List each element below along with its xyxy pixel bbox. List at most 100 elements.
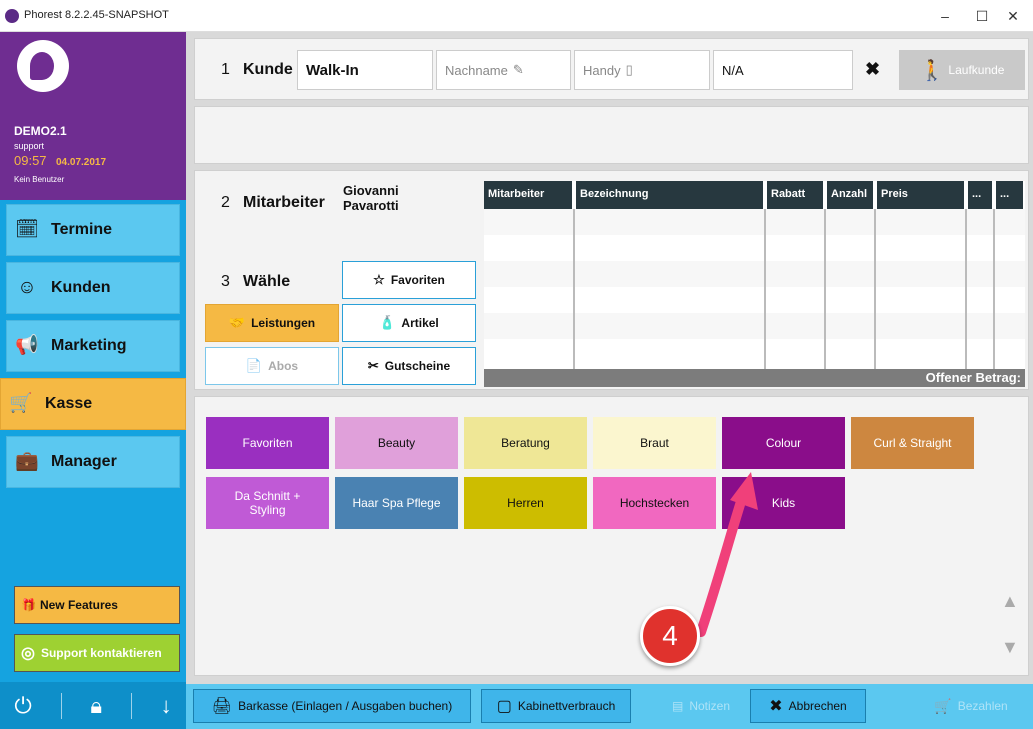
nav-label: Manager (51, 453, 117, 470)
nav-kunden[interactable]: ☺ Kunden (6, 262, 180, 314)
sale-items-table: Mitarbeiter Bezeichnung Rabatt Anzahl Pr… (484, 181, 1025, 387)
scroll-up-icon[interactable]: ▲ (1001, 591, 1019, 612)
scroll-down-icon[interactable]: ▼ (1001, 637, 1019, 658)
barkasse-button[interactable]: 🖨 Barkasse (Einlagen / Ausgaben buchen) (193, 689, 471, 723)
column-header[interactable]: Preis (877, 181, 964, 209)
cancel-x-icon: ✖ (769, 698, 783, 715)
nav-termine[interactable]: 🗓 Termine (6, 204, 180, 256)
no-user-label: Kein Benutzer (14, 175, 65, 184)
support-label: Support kontaktieren (40, 646, 162, 660)
note-icon: ▤ (671, 699, 684, 713)
minimize-button[interactable]: – (930, 6, 960, 26)
table-row (484, 209, 1025, 235)
account-name: DEMO2.1 (14, 124, 67, 138)
phone-placeholder: Handy (583, 62, 621, 78)
handshake-icon: 🤝 (228, 315, 246, 330)
divider (60, 692, 62, 719)
barkasse-label: Barkasse (Einlagen / Ausgaben buchen) (238, 699, 453, 713)
nav-label: Kunden (51, 279, 111, 296)
artikel-button[interactable]: 🧴 Artikel (342, 304, 476, 342)
cash-register-icon: 🖨 (211, 698, 233, 715)
leistungen-button[interactable]: 🤝 Leistungen (205, 304, 339, 342)
phone-field[interactable]: Handy ▯ (574, 50, 710, 90)
category-tile-herren[interactable]: Herren (464, 477, 587, 529)
step-number: 2 (221, 194, 230, 211)
abbrechen-button[interactable]: ✖ Abbrechen (750, 689, 866, 723)
category-tile-haar-spa[interactable]: Haar Spa Pflege (335, 477, 458, 529)
choose-label: Wähle (243, 273, 291, 290)
abbrechen-label: Abbrechen (788, 699, 847, 713)
category-tile-beratung[interactable]: Beratung (464, 417, 587, 469)
clear-customer-icon[interactable]: ✖ (865, 59, 880, 80)
step-number: 3 (221, 273, 230, 290)
column-divider (573, 209, 575, 369)
category-tile-curl-straight[interactable]: Curl & Straight (851, 417, 974, 469)
megaphone-icon: 📢 (15, 335, 39, 356)
na-field[interactable]: N/A (713, 50, 853, 90)
last-name-field[interactable]: Nachname ✎ (436, 50, 571, 90)
customer-panel: 1 Kunde Walk-In Nachname ✎ Handy ▯ N/A ✖… (194, 38, 1029, 100)
lock-icon[interactable]: 🔒︎ (90, 693, 102, 719)
star-icon: ☆ (373, 272, 385, 287)
maximize-button[interactable]: ☐ (967, 6, 997, 26)
bottle-icon: 🧴 (379, 315, 396, 330)
power-icon[interactable]: ⏻ (14, 693, 31, 719)
column-header[interactable]: ... (996, 181, 1023, 209)
new-features-label: New Features (39, 598, 118, 612)
main-area: 1 Kunde Walk-In Nachname ✎ Handy ▯ N/A ✖… (186, 32, 1033, 729)
client-head-icon: ☺ (17, 277, 37, 298)
footer-bar: 🖨 Barkasse (Einlagen / Ausgaben buchen) … (186, 684, 1033, 729)
column-divider (993, 209, 995, 369)
column-divider (764, 209, 766, 369)
bezahlen-button[interactable]: 🛒 Bezahlen (916, 689, 1026, 723)
column-header[interactable]: Rabatt (767, 181, 823, 209)
new-features-button[interactable]: 🎁 New Features (14, 586, 180, 624)
category-tile-favoriten[interactable]: Favoriten (206, 417, 329, 469)
category-tile-da-schnitt[interactable]: Da Schnitt + Styling (206, 477, 329, 529)
favoriten-button[interactable]: ☆ Favoriten (342, 261, 476, 299)
phone-icon: ▯ (625, 62, 633, 77)
app-icon (5, 9, 19, 23)
first-name-field[interactable]: Walk-In (297, 50, 433, 90)
column-header[interactable]: Anzahl (827, 181, 873, 209)
shapes-icon: ▢ (496, 698, 512, 715)
gutscheine-button[interactable]: ✂ Gutscheine (342, 347, 476, 385)
column-divider (874, 209, 876, 369)
nav-label: Kasse (45, 395, 93, 412)
arrow-down-icon[interactable]: ↓ (161, 693, 172, 719)
column-header[interactable]: ... (968, 181, 992, 209)
artikel-label: Artikel (401, 316, 439, 330)
nav-label: Marketing (51, 337, 127, 354)
column-header[interactable]: Mitarbeiter (484, 181, 572, 209)
walk-in-label: Laufkunde (948, 63, 1005, 77)
category-tile-beauty[interactable]: Beauty (335, 417, 458, 469)
kabinett-button[interactable]: ▢ Kabinettverbrauch (481, 689, 631, 723)
staff-name[interactable]: Giovanni Pavarotti (343, 183, 433, 213)
leistungen-label: Leistungen (251, 316, 316, 330)
nav-manager[interactable]: 💼 Manager (6, 436, 180, 488)
sale-panel: 2 Mitarbeiter Giovanni Pavarotti 3 Wähle… (194, 170, 1029, 390)
title-bar: Phorest 8.2.2.45-SNAPSHOT – ☐ ✕ (0, 0, 1033, 32)
phorest-logo (17, 40, 69, 92)
close-window-button[interactable]: ✕ (998, 6, 1028, 26)
cart-icon: 🛒 (9, 393, 33, 414)
nav-kasse[interactable]: 🛒 Kasse (0, 378, 186, 430)
notizen-button[interactable]: ▤ Notizen (656, 689, 746, 723)
column-divider (965, 209, 967, 369)
walk-in-button[interactable]: 🚶 Laufkunde (899, 50, 1025, 90)
favoriten-label: Favoriten (390, 273, 445, 287)
column-header[interactable]: Bezeichnung (576, 181, 763, 209)
category-panel: Favoriten Beauty Beratung Braut Colour C… (194, 396, 1029, 676)
document-icon: 📄 (245, 358, 263, 373)
annotation-step-marker: 4 (640, 606, 700, 666)
clock-date: 04.07.2017 (56, 157, 107, 168)
gift-icon: 🎁 (21, 598, 36, 612)
nav-marketing[interactable]: 📢 Marketing (6, 320, 180, 372)
abos-button[interactable]: 📄 Abos (205, 347, 339, 385)
info-strip (194, 106, 1029, 164)
support-button[interactable]: ◎ Support kontaktieren (14, 634, 180, 672)
customer-label: Kunde (243, 61, 293, 78)
nav-label: Termine (51, 221, 113, 238)
kabinett-label: Kabinettverbrauch (517, 699, 616, 713)
window-title: Phorest 8.2.2.45-SNAPSHOT (24, 9, 169, 21)
